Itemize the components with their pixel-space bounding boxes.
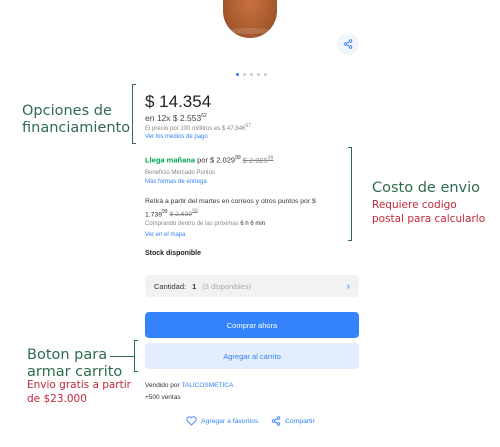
share-icon xyxy=(271,416,281,426)
carousel-dot[interactable] xyxy=(264,73,267,76)
pickup-price: 1.739 xyxy=(145,211,163,219)
pickup-deadline: Comprando dentro de las próximas 6 h 6 m… xyxy=(145,221,265,227)
seller-info: Vendido por TALICOSMETICA xyxy=(145,382,233,389)
pickup-old-price: $ 2.63999 xyxy=(169,209,198,219)
share-icon-button[interactable] xyxy=(337,33,359,55)
carousel-dot[interactable] xyxy=(243,73,246,76)
arrival-price-cents: 99 xyxy=(235,155,241,161)
carousel-dot[interactable] xyxy=(257,73,260,76)
view-map-link[interactable]: Ver en el mapa xyxy=(145,232,185,238)
arrival-label: Llega mañana xyxy=(145,155,196,165)
seller-sales: +500 ventas xyxy=(145,394,181,401)
deadline-time: 6 h 6 min xyxy=(240,221,266,227)
installments-amount: en 12x $ 2.553 xyxy=(145,113,202,123)
annotation-bracket-cart xyxy=(134,340,138,372)
pickup-info: Retirá a partir del martes en correos y … xyxy=(145,197,350,220)
carousel-dot[interactable] xyxy=(250,73,253,76)
annotation-cart-sub-line2: de $23.000 xyxy=(27,393,87,405)
seller-prefix: Vendido por xyxy=(145,382,180,389)
arrival-old-amount: $ 2.929 xyxy=(242,155,268,165)
product-price: $ 14.354 xyxy=(145,92,212,111)
stock-status: Stock disponible xyxy=(145,250,202,257)
product-image[interactable] xyxy=(223,0,277,38)
pickup-old-cents: 99 xyxy=(192,209,198,215)
pickup-prices: 1.73999 $ 2.63999 xyxy=(145,207,350,220)
installments-cents: 62 xyxy=(201,113,207,120)
deadline-prefix: Comprando dentro de las próximas xyxy=(145,221,239,227)
buy-now-button[interactable]: Comprar ahora xyxy=(145,312,359,338)
annotation-cart-sub: Envio gratis a partir de $23.000 xyxy=(27,378,131,406)
annotation-shipping-title: Costo de envio xyxy=(372,180,481,196)
annotation-cart-sub-line1: Envio gratis a partir xyxy=(27,379,131,391)
add-to-cart-button[interactable]: Agregar al carrito xyxy=(145,343,359,369)
add-to-favorites-button[interactable]: Agregar a favoritos xyxy=(186,416,258,426)
price-note-amount: El precio por 100 mililtros es $ 47.846 xyxy=(145,126,246,132)
heart-icon xyxy=(186,416,197,426)
carousel-dots[interactable] xyxy=(236,73,267,76)
annotation-cart-line1: Boton para xyxy=(27,347,108,363)
annotation-financing-line2: financiamiento xyxy=(22,120,131,136)
arrival-old-cents: 99 xyxy=(267,155,274,161)
installments-text: en 12x $ 2.55362 xyxy=(145,113,207,123)
pickup-old-amount: $ 2.639 xyxy=(169,211,193,219)
annotation-shipping-sub-line1: Requiere codigo xyxy=(372,199,457,211)
shipping-arrival: Llega mañana por $ 2.02999 $ 2.92999 xyxy=(145,155,273,165)
share-icon xyxy=(343,39,353,49)
pickup-price-cents: 99 xyxy=(162,209,168,215)
chevron-right-icon: › xyxy=(346,280,350,292)
mercado-puntos-benefit: Beneficio Mercado Puntos xyxy=(145,170,216,176)
annotation-financing: Opciones de financiamiento xyxy=(22,103,130,137)
annotation-connector-cart xyxy=(110,356,134,358)
quantity-available: (3 disponibles) xyxy=(202,281,252,291)
arrival-price: por $ 2.029 xyxy=(195,155,236,165)
share-button[interactable]: Compartir xyxy=(271,416,315,426)
annotation-bracket-shipping xyxy=(348,147,352,241)
more-delivery-options-link[interactable]: Más formas de entrega xyxy=(145,179,207,185)
arrival-old-price: $ 2.92999 xyxy=(242,155,274,165)
annotation-shipping-sub: Requiere codigo postal para calcularlo xyxy=(372,198,485,226)
annotation-cart: Boton para armar carrito xyxy=(27,347,122,381)
pickup-text: Retirá a partir del martes en correos y … xyxy=(145,198,316,205)
carousel-dot[interactable] xyxy=(236,73,239,76)
favorites-label: Agregar a favoritos xyxy=(201,417,259,425)
annotation-bracket-financing xyxy=(132,84,136,144)
quantity-value: 1 xyxy=(192,281,197,291)
annotation-financing-line1: Opciones de xyxy=(22,103,112,119)
quantity-selector[interactable]: Cantidad: 1 (3 disponibles) › xyxy=(145,275,359,297)
annotation-shipping-sub-line2: postal para calcularlo xyxy=(372,213,486,225)
seller-name-link[interactable]: TALICOSMETICA xyxy=(181,382,233,389)
share-label: Compartir xyxy=(285,417,315,425)
quantity-label: Cantidad: xyxy=(154,281,187,291)
price-per-unit-note: El precio por 100 mililtros es $ 47.8466… xyxy=(145,123,251,132)
price-note-cents: 67 xyxy=(245,123,251,129)
payment-methods-link[interactable]: Ver los medios de pago xyxy=(145,134,208,140)
